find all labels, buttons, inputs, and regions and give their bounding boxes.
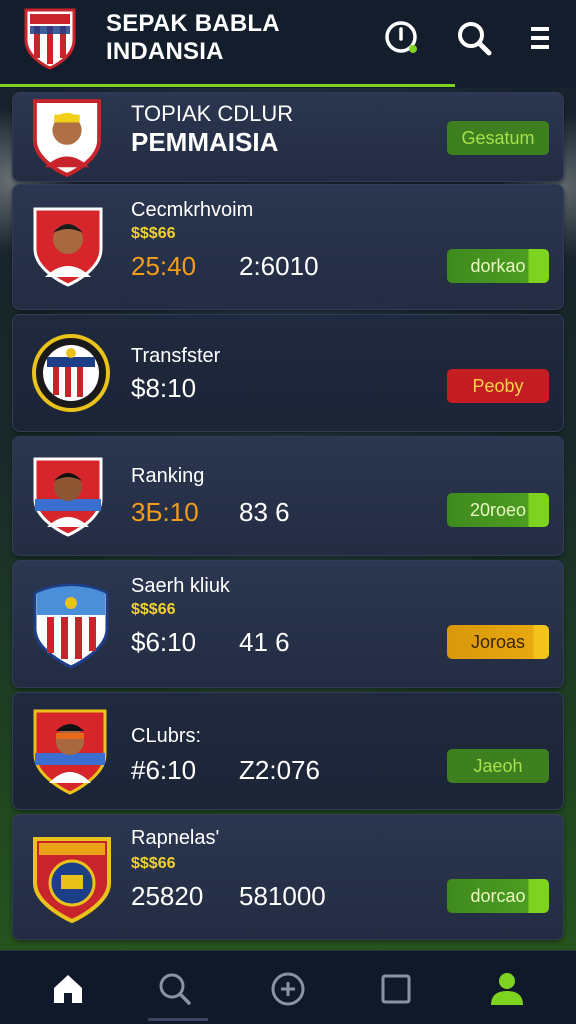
- compass-icon[interactable]: [266, 967, 310, 1011]
- card-action-button[interactable]: 20roeo: [447, 493, 549, 527]
- list-item[interactable]: Ranking 3Б:10 83 6 20roeo: [12, 436, 564, 556]
- card-price: $$$66: [131, 225, 176, 242]
- card-action-button[interactable]: Gesatum: [447, 121, 549, 155]
- club-crest-icon: [33, 837, 111, 924]
- player-crest-icon: [33, 457, 103, 537]
- club-crest-icon: [33, 583, 109, 669]
- card-title: CLubrs:: [131, 725, 202, 747]
- club-logo: [24, 8, 76, 70]
- card-title: Saerh kliuk: [131, 575, 230, 597]
- card-value-secondary: 41 6: [239, 627, 290, 657]
- card-action-button[interactable]: Jaeoh: [447, 749, 549, 783]
- card-value-secondary: 83 6: [239, 497, 290, 527]
- player-crest-icon: [33, 207, 103, 287]
- list-item[interactable]: Transfster $8:10 Peoby: [12, 314, 564, 432]
- profile-icon[interactable]: [485, 967, 529, 1011]
- card-value-primary: 25820: [131, 881, 204, 911]
- card-value-primary: $8:10: [131, 373, 197, 403]
- card-price: $$$66: [131, 855, 176, 872]
- player-crest-icon: [33, 709, 107, 795]
- card-title: TOPIAK CDLUR: [131, 101, 294, 126]
- card-subtitle: PEMMAISIA: [131, 127, 279, 157]
- card-value-primary: $6:10: [131, 627, 197, 657]
- card-action-button[interactable]: dorcao: [447, 879, 549, 913]
- list-item[interactable]: TOPIAK CDLUR PEMMAISIA Gesatum: [12, 92, 564, 182]
- card-value-primary: #6:10: [131, 755, 197, 785]
- bottom-nav: [0, 950, 576, 1024]
- list-item[interactable]: CLubrs: #6:10 Z2:076 Jaeoh: [12, 692, 564, 810]
- card-title: Ranking: [131, 465, 205, 487]
- card-action-button[interactable]: Peoby: [447, 369, 549, 403]
- card-value-secondary: Z2:076: [239, 755, 320, 785]
- search-icon[interactable]: [454, 18, 494, 58]
- club-crest-icon: [32, 334, 110, 412]
- home-icon[interactable]: [46, 967, 90, 1011]
- nav-indicator: [148, 1018, 208, 1021]
- square-icon[interactable]: [374, 967, 418, 1011]
- player-crest-icon: [32, 99, 102, 178]
- menu-icon[interactable]: [520, 18, 560, 58]
- app-header: SEPAK BABLA INDANSIA: [0, 0, 576, 88]
- app-title: SEPAK BABLA INDANSIA: [106, 10, 326, 66]
- app-title-line2: INDANSIA: [106, 38, 224, 65]
- list-item[interactable]: Rapnelas' $$$66 25820 581000 dorcao: [12, 814, 564, 940]
- card-title: Transfster: [131, 345, 221, 367]
- header-progress-line: [0, 84, 455, 87]
- app-title-line1: SEPAK BABLA: [106, 10, 280, 37]
- card-value-primary: 3Б:10: [131, 497, 199, 527]
- card-value-secondary: 2:6010: [239, 251, 319, 281]
- clock-pin-icon[interactable]: [382, 18, 422, 58]
- card-action-button[interactable]: Joroas: [447, 625, 549, 659]
- card-title: Cecmkrhvoim: [131, 199, 254, 221]
- search-icon[interactable]: [153, 967, 197, 1011]
- card-price: $$$66: [131, 601, 176, 618]
- card-value-primary: 25:40: [131, 251, 197, 281]
- card-action-button[interactable]: dorkao: [447, 249, 549, 283]
- list-item[interactable]: Cecmkrhvoim $$$66 25:40 2:6010 dorkao: [12, 184, 564, 310]
- list-item[interactable]: Saerh kliuk $$$66 $6:10 41 6 Joroas: [12, 560, 564, 688]
- card-title: Rapnelas': [131, 827, 220, 849]
- card-value-secondary: 581000: [239, 881, 326, 911]
